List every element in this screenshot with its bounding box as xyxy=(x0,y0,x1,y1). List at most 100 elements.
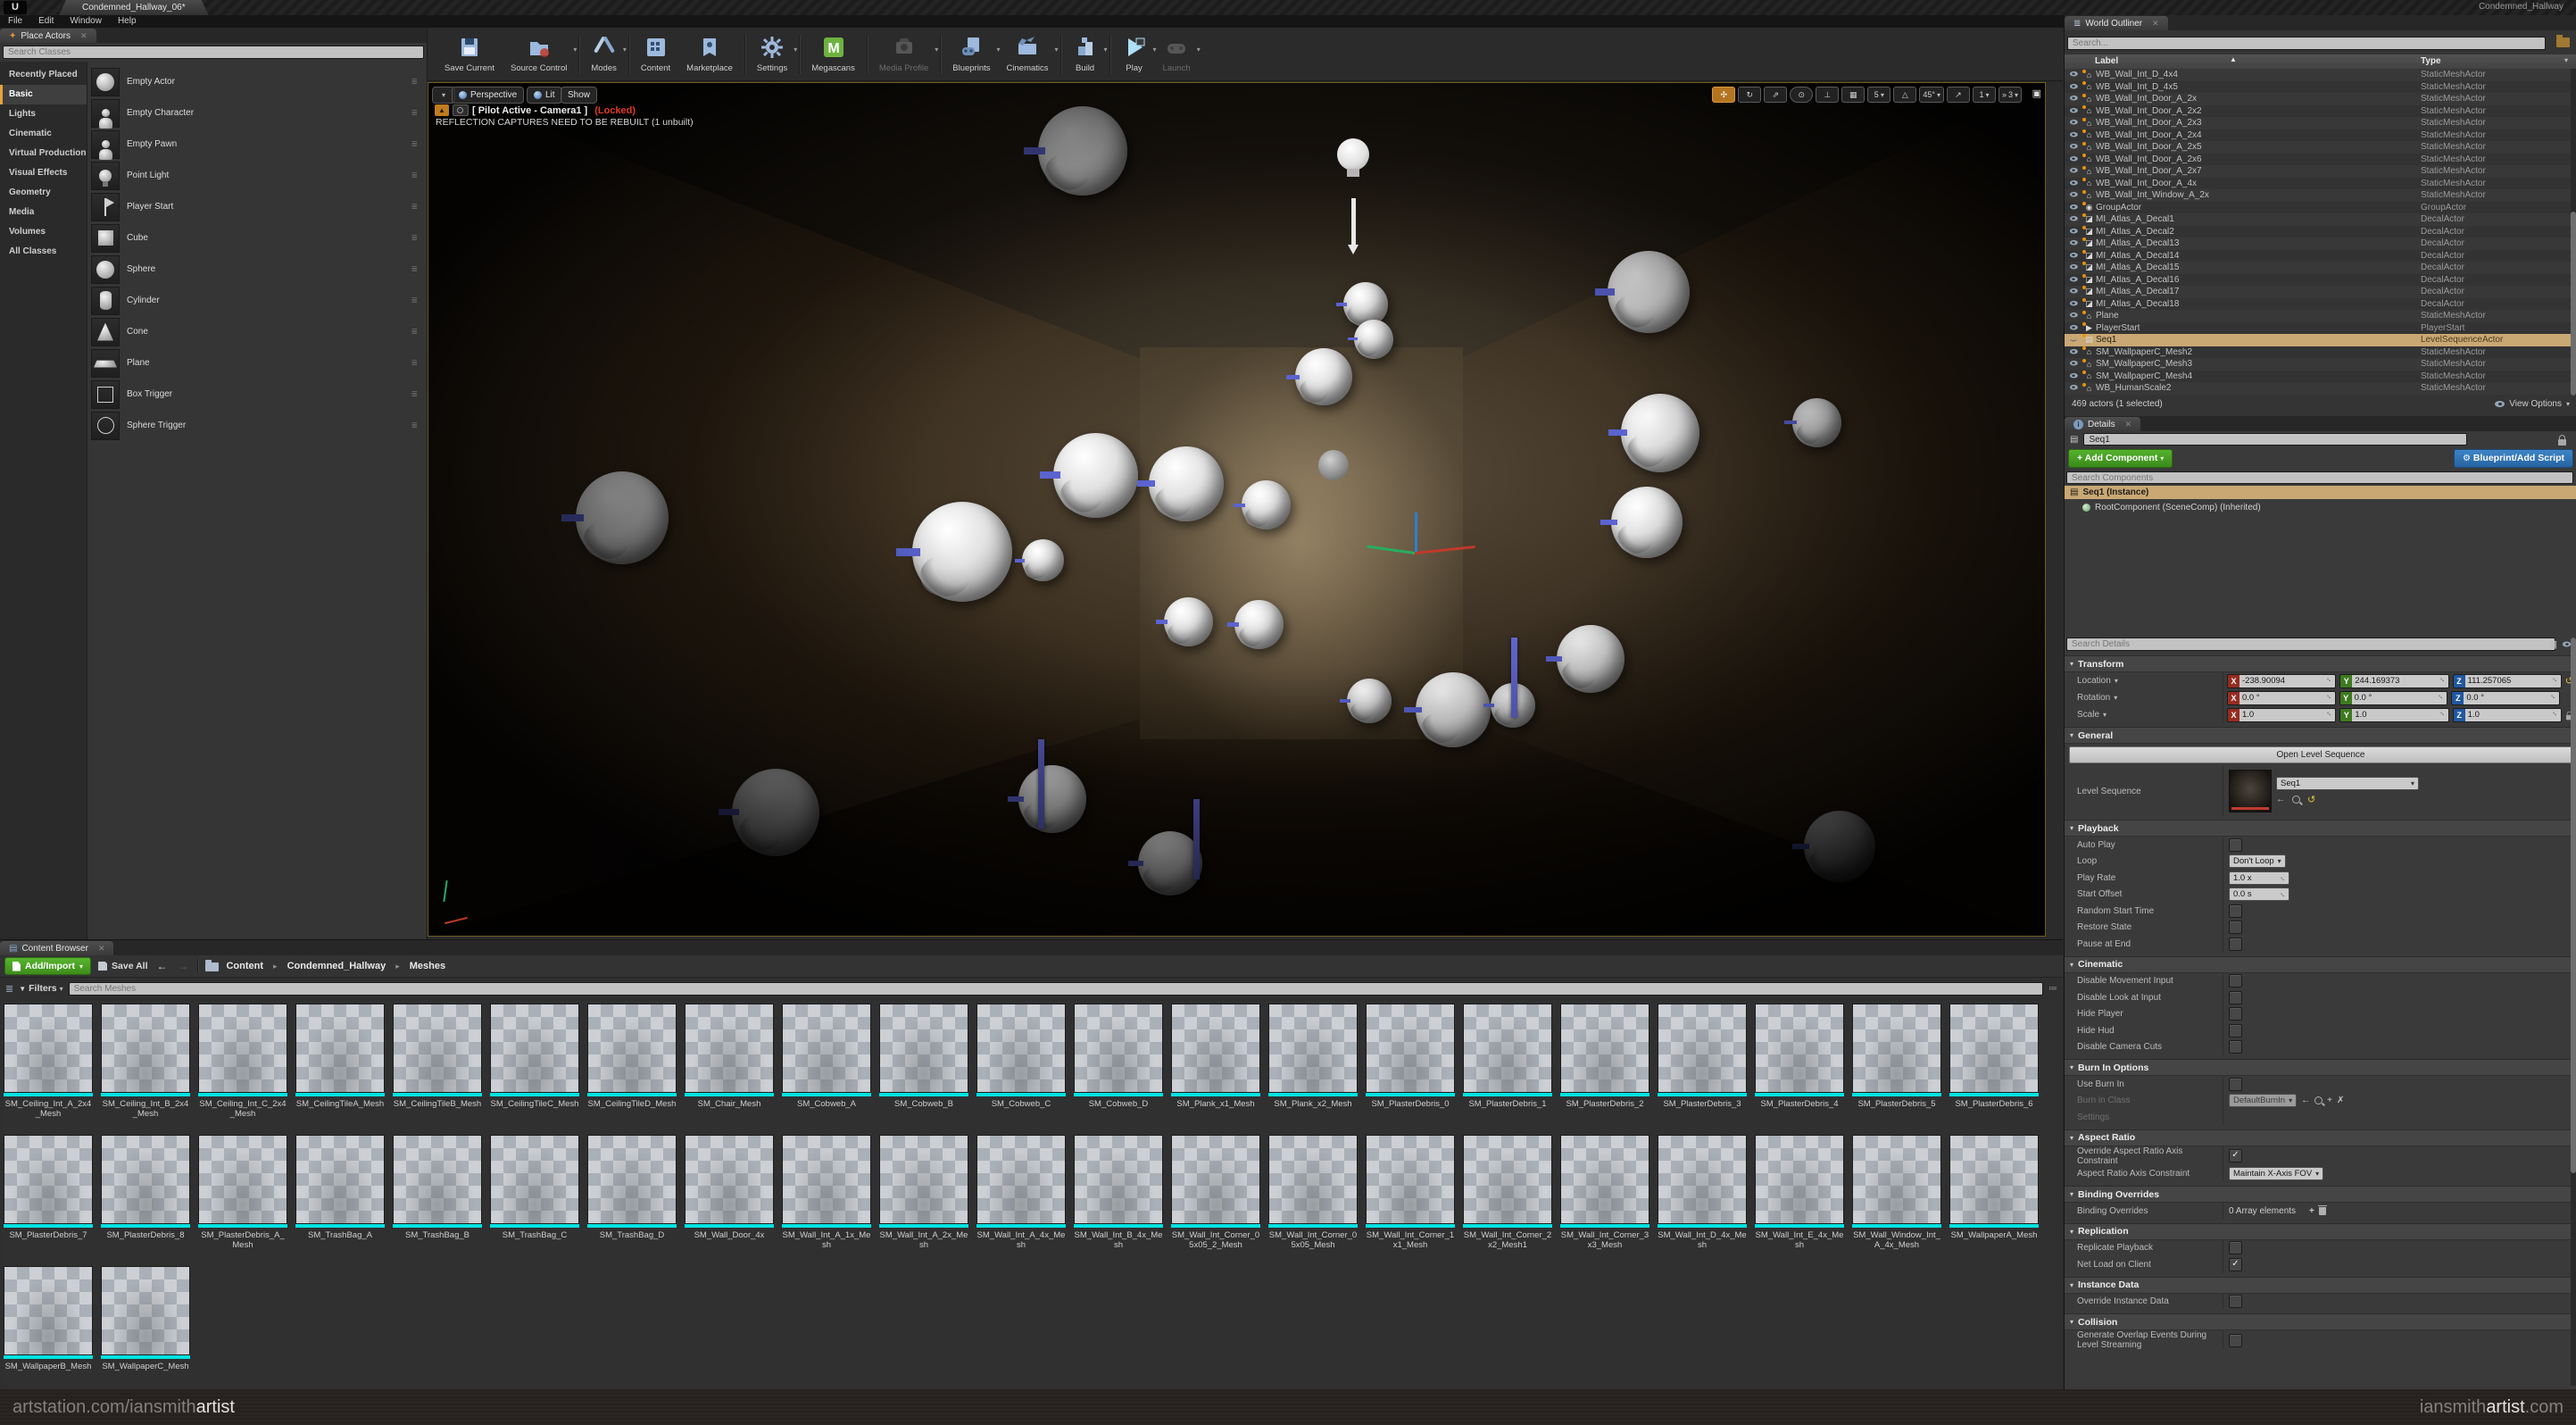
unchecked-checkbox[interactable] xyxy=(2229,974,2242,988)
tab-place-actors[interactable]: ✦ Place Actors ✕ xyxy=(0,29,96,43)
component-root[interactable]: RootComponent (SceneComp) (Inherited) xyxy=(2065,501,2576,514)
visibility-toggle[interactable] xyxy=(2066,372,2081,380)
visibility-toggle[interactable] xyxy=(2066,228,2081,236)
back-button[interactable]: ← xyxy=(154,960,169,972)
rebuild-warning[interactable]: REFLECTION CAPTURES NEED TO BE REBUILT (… xyxy=(436,117,694,128)
visibility-toggle[interactable] xyxy=(2066,239,2081,247)
outliner-row-mi-atlas-a-decal14[interactable]: ◪MI_Atlas_A_Decal14DecalActor xyxy=(2065,250,2576,262)
scale-tool-button[interactable]: ⇗ xyxy=(1764,87,1787,103)
outliner-row-wb-wall-int-door-a-2x6[interactable]: ⌂WB_Wall_Int_Door_A_2x6StaticMeshActor xyxy=(2065,154,2576,166)
close-icon[interactable]: ✕ xyxy=(2125,420,2132,429)
asset-tile-sm-plasterdebris-7[interactable]: SM_PlasterDebris_7 xyxy=(4,1135,93,1262)
place-actor-player-start[interactable]: Player Start≣ xyxy=(91,191,423,222)
asset-tile-sm-ceilingtilea-mesh[interactable]: SM_CeilingTileA_Mesh xyxy=(295,1004,385,1131)
location-x-field[interactable]: X-238.90094↔ xyxy=(2227,674,2336,688)
outliner-row-playerstart[interactable]: ▶PlayerStartPlayerStart xyxy=(2065,322,2576,335)
content-button[interactable]: Content xyxy=(633,33,678,75)
asset-tile-sm-plank-x1-mesh[interactable]: SM_Plank_x1_Mesh xyxy=(1171,1004,1260,1131)
blueprints-button[interactable]: Blueprints▾ xyxy=(944,33,998,75)
aspect-ratio-axis-constraint-dropdown[interactable]: Maintain X-Axis FOV▾ xyxy=(2229,1167,2323,1180)
unchecked-checkbox[interactable] xyxy=(2229,904,2242,918)
visibility-toggle[interactable] xyxy=(2066,131,2081,139)
asset-tile-sm-cobweb-c[interactable]: SM_Cobweb_C xyxy=(976,1004,1066,1131)
property-matrix-icon[interactable]: ▦ xyxy=(2548,638,2557,650)
camera-speed-button[interactable]: »3▾ xyxy=(1998,87,2022,103)
asset-tile-sm-trashbag-b[interactable]: SM_TrashBag_B xyxy=(393,1135,482,1262)
category-virtual-production[interactable]: Virtual Production xyxy=(0,144,87,163)
section-burn-in-options[interactable]: ▾Burn In Options xyxy=(2065,1059,2576,1076)
category-lights[interactable]: Lights xyxy=(0,104,87,124)
outliner-row-wb-wall-int-door-a-2x4[interactable]: ⌂WB_Wall_Int_Door_A_2x4StaticMeshActor xyxy=(2065,129,2576,142)
visibility-toggle[interactable] xyxy=(2066,384,2081,392)
source-control-button[interactable]: Source Control▾ xyxy=(503,33,575,75)
scale-x-field[interactable]: X1.0↔ xyxy=(2227,708,2336,722)
outliner-row-wb-wall-int-door-a-2x2[interactable]: ⌂WB_Wall_Int_Door_A_2x2StaticMeshActor xyxy=(2065,105,2576,118)
rotation-snap-value[interactable]: 45°▾ xyxy=(1919,87,1944,103)
add-element-icon[interactable]: + xyxy=(2309,1206,2314,1216)
stop-piloting-button[interactable]: ▲ xyxy=(435,104,449,116)
location-label[interactable]: Location▾ xyxy=(2065,672,2223,689)
tab-details[interactable]: i Details ✕ xyxy=(2065,417,2140,431)
asset-tile-sm-wall-int-corner-05x05-2-mesh[interactable]: SM_Wall_Int_Corner_05x05_2_Mesh xyxy=(1171,1135,1260,1262)
outliner-row-mi-atlas-a-decal13[interactable]: ◪MI_Atlas_A_Decal13DecalActor xyxy=(2065,238,2576,250)
menu-edit[interactable]: Edit xyxy=(30,15,62,27)
burn-in-class-dropdown[interactable]: DefaultBurnIn▾ xyxy=(2229,1094,2297,1107)
visibility-toggle[interactable] xyxy=(2066,288,2081,296)
outliner-row-wb-wall-int-door-a-2x5[interactable]: ⌂WB_Wall_Int_Door_A_2x5StaticMeshActor xyxy=(2065,141,2576,154)
section-playback[interactable]: ▾Playback xyxy=(2065,820,2576,837)
unchecked-checkbox[interactable] xyxy=(2229,838,2242,852)
asset-tile-sm-wall-int-e-4x-mesh[interactable]: SM_Wall_Int_E_4x_Mesh xyxy=(1755,1135,1844,1262)
asset-tile-sm-plasterdebris-6[interactable]: SM_PlasterDebris_6 xyxy=(1949,1004,2039,1131)
view-options-button[interactable]: View Options▾ xyxy=(2495,399,2570,409)
close-icon[interactable]: ✕ xyxy=(2152,19,2159,29)
breadcrumb-meshes[interactable]: Meshes xyxy=(410,961,445,971)
asset-tile-sm-ceilingtileb-mesh[interactable]: SM_CeilingTileB_Mesh xyxy=(393,1004,482,1131)
asset-tile-sm-cobweb-b[interactable]: SM_Cobweb_B xyxy=(879,1004,968,1131)
outliner-scrollbar[interactable] xyxy=(2571,69,2576,396)
place-actor-cylinder[interactable]: Cylinder≣ xyxy=(91,285,423,316)
outliner-row-wb-wall-int-door-a-2x[interactable]: ⌂WB_Wall_Int_Door_A_2xStaticMeshActor xyxy=(2065,93,2576,105)
asset-tile-sm-wallpaperc-mesh[interactable]: SM_WallpaperC_Mesh xyxy=(101,1266,190,1394)
open-level-sequence-button[interactable]: Open Level Sequence xyxy=(2069,746,2572,763)
maximize-viewport-button[interactable]: ▣ xyxy=(2032,88,2041,99)
visibility-toggle[interactable] xyxy=(2066,360,2081,368)
play-rate-field[interactable]: 1.0 x↔ xyxy=(2229,871,2289,885)
component-seq1-instance[interactable]: ▤ Seq1 (Instance) xyxy=(2065,486,2576,499)
unchecked-checkbox[interactable] xyxy=(2229,1078,2242,1091)
asset-tile-sm-wallpaperb-mesh[interactable]: SM_WallpaperB_Mesh xyxy=(4,1266,93,1394)
unlock-icon[interactable] xyxy=(2558,439,2566,446)
asset-tile-sm-plasterdebris-3[interactable]: SM_PlasterDebris_3 xyxy=(1658,1004,1747,1131)
category-cinematic[interactable]: Cinematic xyxy=(0,124,87,144)
scale-snap-button[interactable]: ↗ xyxy=(1947,87,1970,103)
category-all-classes[interactable]: All Classes xyxy=(0,242,87,262)
menu-file[interactable]: File xyxy=(0,15,30,27)
unchecked-checkbox[interactable] xyxy=(2229,1024,2242,1038)
visibility-toggle[interactable] xyxy=(2066,95,2081,103)
rotation-label[interactable]: Rotation▾ xyxy=(2065,689,2223,706)
visibility-toggle[interactable] xyxy=(2066,83,2081,91)
lit-mode-button[interactable]: Lit xyxy=(527,87,562,104)
search-components-input[interactable] xyxy=(2066,471,2573,484)
level-sequence-dropdown[interactable]: Seq1▾ xyxy=(2276,777,2419,790)
settings-button[interactable]: Settings▾ xyxy=(749,33,795,75)
asset-tile-sm-trashbag-d[interactable]: SM_TrashBag_D xyxy=(587,1135,677,1262)
move-tool-button[interactable]: ✣ xyxy=(1712,87,1735,103)
place-actor-empty-actor[interactable]: Empty Actor≣ xyxy=(91,66,423,97)
asset-tile-sm-wall-int-a-4x-mesh[interactable]: SM_Wall_Int_A_4x_Mesh xyxy=(976,1135,1066,1262)
cinematics-button[interactable]: Cinematics▾ xyxy=(999,33,1057,75)
close-icon[interactable]: ✕ xyxy=(98,944,105,954)
search-classes-input[interactable] xyxy=(3,46,424,59)
place-actor-point-light[interactable]: Point Light≣ xyxy=(91,160,423,191)
place-actor-box-trigger[interactable]: Box Trigger≣ xyxy=(91,379,423,410)
new-folder-icon[interactable] xyxy=(2556,38,2570,47)
outliner-row-sm-wallpaperc-mesh3[interactable]: ⌂SM_WallpaperC_Mesh3StaticMeshActor xyxy=(2065,358,2576,371)
search-meshes-input[interactable] xyxy=(69,982,2043,996)
asset-tile-sm-ceiling-int-a-2x4-mesh[interactable]: SM_Ceiling_Int_A_2x4_Mesh xyxy=(4,1004,93,1131)
section-cinematic[interactable]: ▾Cinematic xyxy=(2065,956,2576,973)
asset-tile-sm-plasterdebris-1[interactable]: SM_PlasterDebris_1 xyxy=(1463,1004,1552,1131)
search-details-input[interactable] xyxy=(2066,638,2555,651)
visibility-toggle[interactable] xyxy=(2066,179,2081,188)
visibility-toggle[interactable] xyxy=(2066,167,2081,175)
marketplace-button[interactable]: Marketplace xyxy=(678,33,741,75)
play-button[interactable]: Play▾ xyxy=(1114,33,1155,75)
